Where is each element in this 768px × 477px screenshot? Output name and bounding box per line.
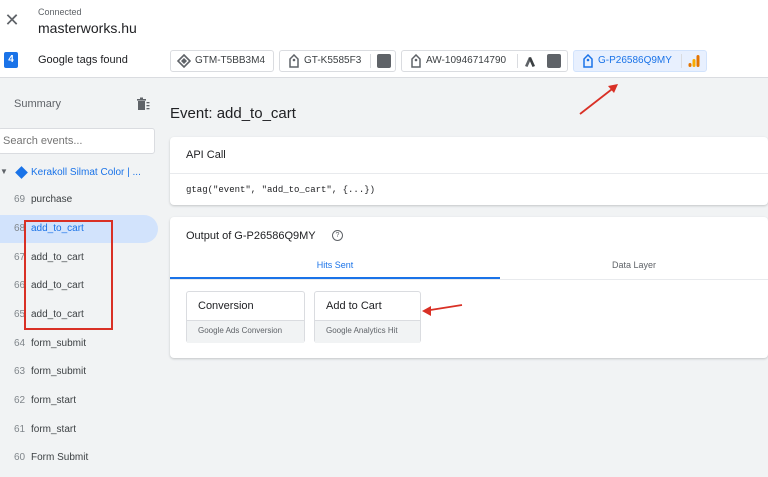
tag-chip-label: GTM-T5BB3M4 [195,55,266,66]
event-number: 64 [14,338,26,349]
container-diamond-icon [15,166,28,179]
tab-data-layer[interactable]: Data Layer [500,253,768,279]
chip-divider [681,54,682,68]
hit-title: Conversion [198,300,254,312]
summary-link[interactable]: Summary [14,98,61,110]
container-row[interactable]: ▼ Kerakoll Silmat Color | ... [0,164,160,182]
search-events-input[interactable] [0,129,154,153]
tag-icon [411,54,421,68]
container-name: Kerakoll Silmat Color | ... [31,167,141,178]
hit-subtitle: Google Analytics Hit [326,326,398,335]
event-item[interactable]: 61 form_start [0,416,158,444]
chip-divider [370,54,371,68]
page-title: Event: add_to_cart [170,105,296,122]
header: ✕ Connected masterworks.hu [0,0,768,44]
event-number: 69 [14,194,26,205]
api-call-heading: API Call [186,149,226,161]
event-label: form_start [31,395,77,406]
tag-chip-label: GT-K5585F3 [304,55,362,66]
tag-icon [583,54,593,68]
event-label: form_submit [31,338,87,349]
event-number: 61 [14,424,26,435]
tag-chip-label: G-P26586Q9MY [598,55,672,66]
tab-divider [170,279,768,280]
help-icon[interactable]: ? [332,230,343,241]
event-number: 62 [14,395,26,406]
tag-chip-label: AW-10946714790 [426,55,507,66]
close-icon[interactable]: ✕ [4,10,20,30]
hit-title: Add to Cart [326,300,382,312]
google-ads-icon [525,57,535,67]
hit-card-conversion[interactable]: Conversion Google Ads Conversion [186,291,305,343]
event-label: form_start [31,424,77,435]
event-item[interactable]: 64 form_submit [0,330,158,358]
search-events-field[interactable] [0,128,155,154]
tags-bar: 4 Google tags found GTM-T5BB3M4 GT-K5585… [0,44,768,78]
event-label: Form Submit [31,452,89,463]
linked-tag-icon [377,54,391,68]
event-label: form_submit [31,366,87,377]
event-item[interactable]: 60 Form Submit [0,444,158,472]
event-item[interactable]: 69 purchase [0,186,158,214]
hit-subtitle: Google Ads Conversion [198,326,283,335]
event-item[interactable]: 62 form_start [0,387,158,415]
annotation-highlight-box [24,220,113,330]
event-item[interactable]: 63 form_submit [0,358,158,386]
event-number: 63 [14,366,26,377]
tag-icon [289,54,299,68]
api-call-code: gtag("event", "add_to_cart", {...}) [186,185,376,195]
domain-title: masterworks.hu [38,20,137,36]
connection-status: Connected [38,7,82,17]
event-label: purchase [31,194,73,205]
event-number: 60 [14,452,26,463]
tag-chip-ga4[interactable]: G-P26586Q9MY [573,50,707,72]
hit-card-add-to-cart[interactable]: Add to Cart Google Analytics Hit [314,291,421,343]
output-heading: Output of G-P26586Q9MY [186,230,316,242]
chevron-down-icon[interactable]: ▼ [0,167,8,176]
tag-chip-gtm[interactable]: GTM-T5BB3M4 [170,50,274,72]
tag-chip-aw[interactable]: AW-10946714790 [401,50,568,72]
tag-count-badge: 4 [4,52,18,68]
gtm-diamond-icon [177,54,191,68]
google-analytics-icon [688,55,700,67]
linked-tag-icon [547,54,561,68]
tag-chip-gt[interactable]: GT-K5585F3 [279,50,396,72]
chip-divider [517,54,518,68]
tags-found-label: Google tags found [38,54,128,66]
clear-list-icon[interactable] [136,97,150,111]
annotation-arrow [579,84,618,115]
divider [170,173,768,174]
tab-hits-sent[interactable]: Hits Sent [170,253,500,279]
output-card: Output of G-P26586Q9MY ? Hits Sent Data … [170,217,768,358]
api-call-card: API Call gtag("event", "add_to_cart", {.… [170,137,768,205]
